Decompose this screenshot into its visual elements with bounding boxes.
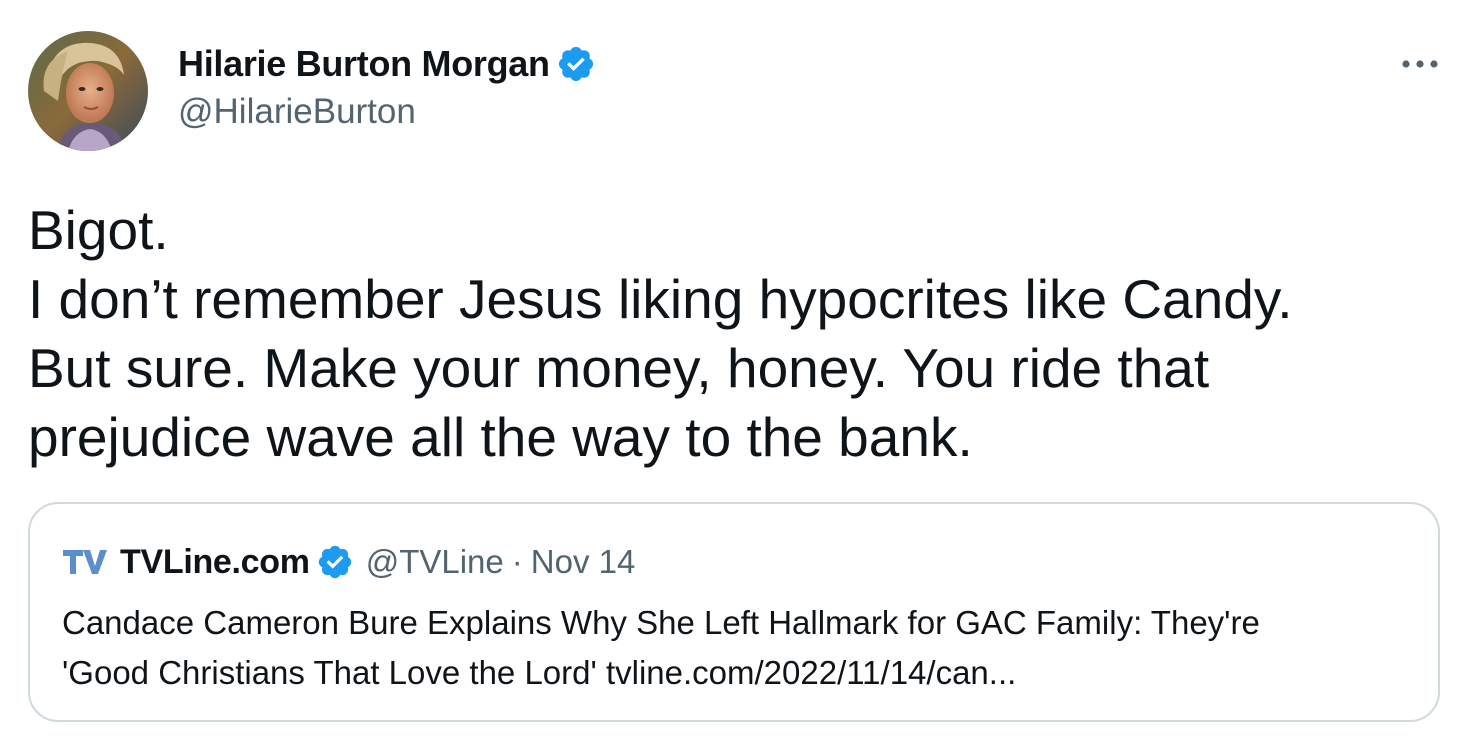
author-name[interactable]: Hilarie Burton Morgan xyxy=(178,43,550,85)
tweet-text: Bigot. I don’t remember Jesus liking hyp… xyxy=(28,196,1448,472)
author-name-row: Hilarie Burton Morgan xyxy=(178,42,596,86)
more-options-button[interactable] xyxy=(1396,48,1444,80)
quoted-tweet-text: Candace Cameron Bure Explains Why She Le… xyxy=(62,598,1422,698)
tweet: Hilarie Burton Morgan @HilarieBurton Big… xyxy=(0,0,1476,748)
quoted-tweet-text-line: 'Good Christians That Love the Lord' tvl… xyxy=(62,654,1017,691)
verified-badge-icon xyxy=(556,44,596,84)
verified-badge-icon xyxy=(316,543,354,581)
quoted-author-name[interactable]: TVLine.com xyxy=(120,543,310,582)
quoted-tweet-header: TVLine.com @TVLine · Nov 14 xyxy=(62,540,635,584)
quoted-tweet-text-line: Candace Cameron Bure Explains Why She Le… xyxy=(62,604,1260,641)
quoted-author-handle[interactable]: @TVLine xyxy=(366,543,504,581)
quoted-tweet-card[interactable]: TVLine.com @TVLine · Nov 14 Candace Came… xyxy=(28,502,1440,722)
more-horizontal-icon xyxy=(1402,60,1438,68)
author-handle[interactable]: @HilarieBurton xyxy=(178,92,416,132)
separator-dot: · xyxy=(511,543,523,580)
quoted-tweet-date[interactable]: Nov 14 xyxy=(531,543,636,581)
tvline-logo-icon xyxy=(62,547,108,577)
tweet-text-line: Bigot. xyxy=(28,199,169,261)
tweet-text-line: But sure. Make your money, honey. You ri… xyxy=(28,337,1210,399)
author-avatar[interactable] xyxy=(28,31,148,151)
tweet-text-line: prejudice wave all the way to the bank. xyxy=(28,406,973,468)
tweet-text-line: I don’t remember Jesus liking hypocrites… xyxy=(28,268,1293,330)
avatar-photo xyxy=(28,31,148,151)
